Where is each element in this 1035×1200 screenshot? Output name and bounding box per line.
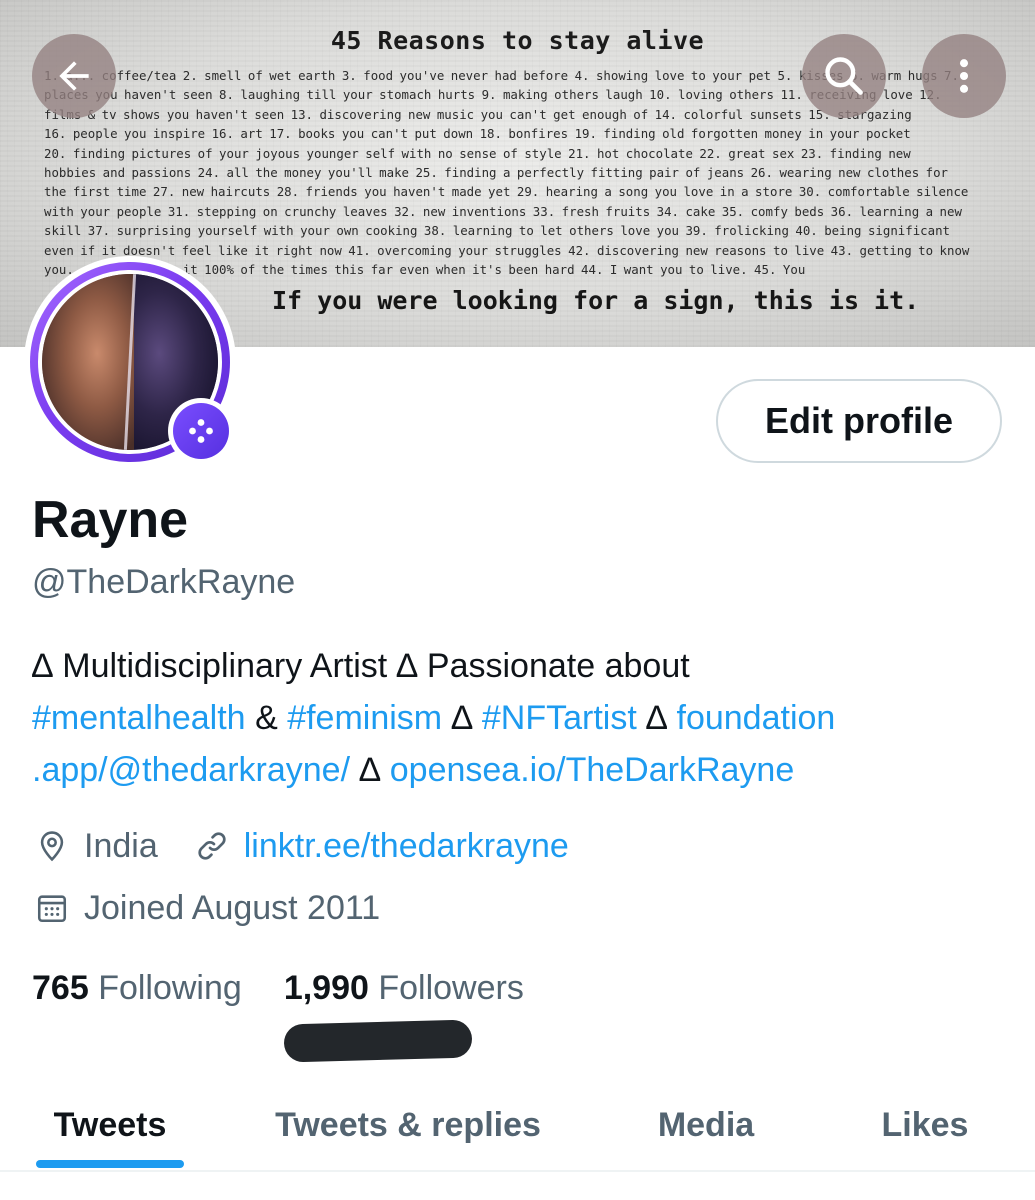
redaction-mark xyxy=(283,1019,473,1063)
nft-hexagon-icon xyxy=(189,419,213,443)
joined-date-text: Joined August 2011 xyxy=(84,889,381,927)
search-button[interactable] xyxy=(802,34,886,118)
back-button[interactable] xyxy=(32,34,116,118)
display-name: Rayne xyxy=(32,491,189,549)
following-label: Following xyxy=(98,969,242,1007)
link-icon xyxy=(192,829,232,863)
calendar-icon xyxy=(32,891,72,925)
profile-tabs: Tweets Tweets & replies Media Likes xyxy=(0,1080,1035,1170)
more-vertical-icon xyxy=(959,59,969,93)
username-handle: @TheDarkRayne xyxy=(32,563,296,601)
tab-tweets[interactable]: Tweets xyxy=(36,1080,184,1170)
tab-media[interactable]: Media xyxy=(636,1080,776,1170)
profile-joined-row: Joined August 2011 xyxy=(32,886,380,930)
location-text: India xyxy=(84,827,158,865)
location-pin-icon xyxy=(32,829,72,863)
profile-bio: ∆ Multidisciplinary Artist ∆ Passionate … xyxy=(32,640,1007,796)
search-icon xyxy=(825,57,863,95)
active-tab-indicator xyxy=(36,1160,184,1168)
tab-tweets-and-replies[interactable]: Tweets & replies xyxy=(250,1080,566,1170)
website-link[interactable]: linktr.ee/thedarkrayne xyxy=(244,824,569,868)
tabs-divider xyxy=(0,1170,1035,1172)
bio-text: ∆ Multidisciplinary Artist ∆ Passionate … xyxy=(32,647,690,685)
edit-profile-button[interactable]: Edit profile xyxy=(716,379,1002,463)
followers-stat[interactable]: 1,990 Followers xyxy=(284,966,524,1010)
bio-text: ∆ xyxy=(646,699,668,737)
following-stat[interactable]: 765 Following xyxy=(32,966,242,1010)
tab-likes[interactable]: Likes xyxy=(866,1080,984,1170)
follow-stats: 765 Following 1,990 Followers xyxy=(32,966,524,1010)
arrow-left-icon xyxy=(59,61,89,91)
following-count: 765 xyxy=(32,969,89,1007)
hashtag-link-mentalhealth[interactable]: #mentalhealth xyxy=(32,699,246,737)
banner-title: 45 Reasons to stay alive xyxy=(330,26,705,55)
followers-count: 1,990 xyxy=(283,969,369,1007)
bio-text: & xyxy=(255,699,278,737)
followers-label: Followers xyxy=(378,969,524,1007)
opensea-link[interactable]: opensea.io/TheDarkRayne xyxy=(390,751,794,789)
profile-meta-row: India linktr.ee/thedarkrayne xyxy=(32,824,569,868)
nft-badge[interactable] xyxy=(168,398,234,464)
hashtag-link-feminism[interactable]: #feminism xyxy=(287,699,442,737)
bio-text: ∆ xyxy=(359,751,381,789)
hashtag-link-nftartist[interactable]: #NFTartist xyxy=(482,699,637,737)
bio-text: ∆ xyxy=(451,699,473,737)
foundation-link-continued[interactable]: .app/@thedarkrayne/ xyxy=(32,751,350,789)
foundation-link[interactable]: foundation xyxy=(677,699,836,737)
more-options-button[interactable] xyxy=(922,34,1006,118)
banner-sign-text: If you were looking for a sign, this is … xyxy=(272,286,920,315)
